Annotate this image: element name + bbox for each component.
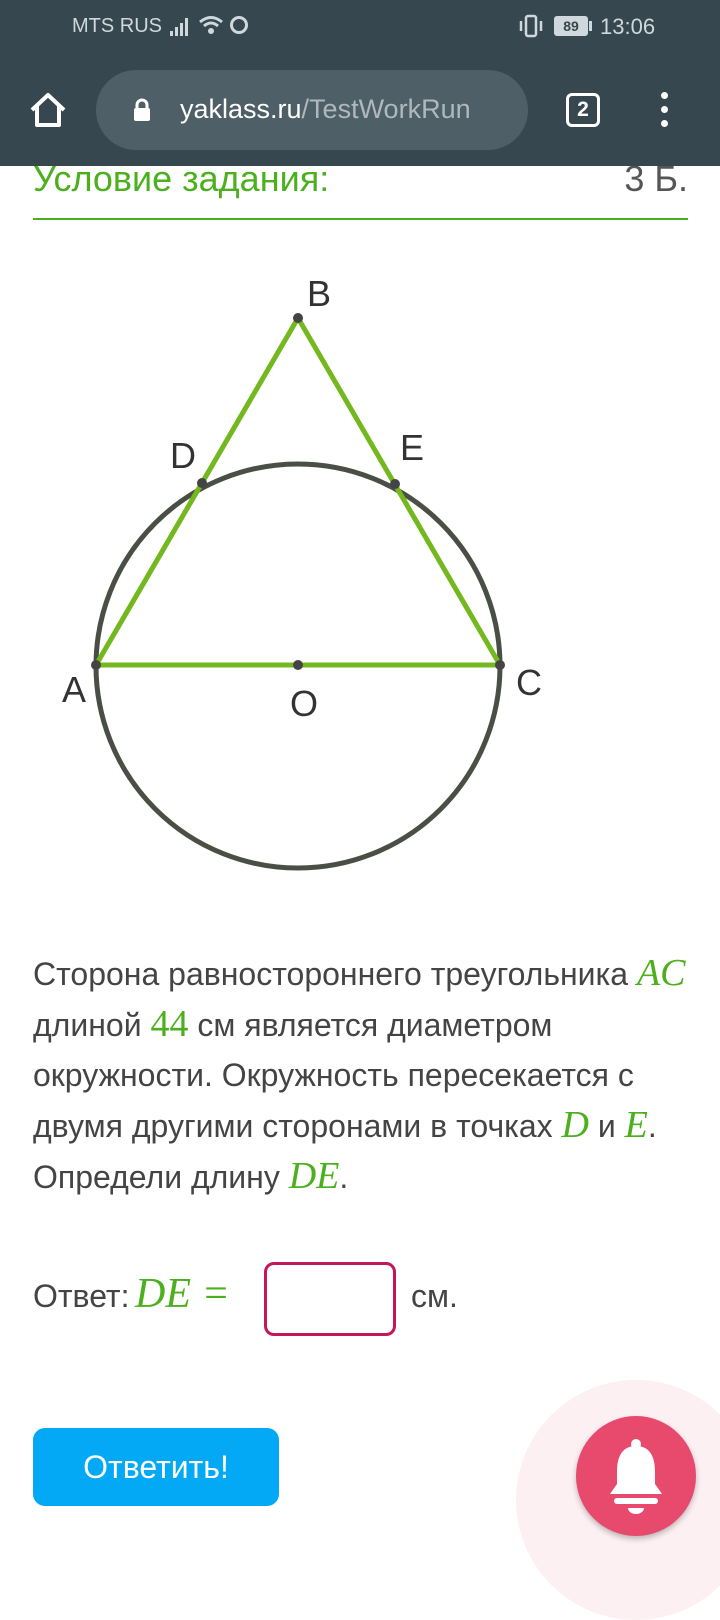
math-ac: AC xyxy=(636,952,686,994)
problem-text-4: и xyxy=(588,1108,625,1144)
chrome-app-icon xyxy=(230,16,248,34)
answer-input[interactable] xyxy=(264,1262,396,1336)
problem-text-2: длиной xyxy=(33,1007,151,1043)
answer-math-de: DE = xyxy=(135,1271,230,1317)
label-b: B xyxy=(307,273,331,314)
point-o xyxy=(293,660,303,670)
point-b xyxy=(293,313,303,323)
status-bar: MTS RUS 89 13:06 xyxy=(0,0,720,56)
submit-answer-button[interactable]: Ответить! xyxy=(33,1428,279,1506)
point-c xyxy=(495,660,505,670)
url-text: yaklass.ru/TestWorkRun xyxy=(180,94,471,125)
geometry-figure: B D E A O C xyxy=(62,273,542,871)
triangle-abc xyxy=(93,315,503,668)
math-length: 44 xyxy=(150,1003,189,1045)
lock-icon xyxy=(134,98,150,121)
overflow-menu-icon[interactable] xyxy=(650,92,678,132)
math-d: D xyxy=(561,1104,589,1146)
problem-text-6: . xyxy=(339,1159,349,1195)
carrier-name: MTS RUS xyxy=(72,15,162,37)
label-e: E xyxy=(400,427,424,468)
answer-unit: см. xyxy=(411,1278,458,1314)
label-a: A xyxy=(62,669,86,710)
point-e xyxy=(390,479,400,489)
wifi-icon xyxy=(199,16,223,34)
point-a xyxy=(91,660,101,670)
math-e: E xyxy=(624,1104,648,1146)
battery-indicator: 89 xyxy=(554,16,588,36)
url-domain: yaklass.ru xyxy=(180,94,302,124)
label-o: O xyxy=(290,683,318,724)
problem-text-1: Сторона равностороннего треугольника xyxy=(33,956,637,992)
tab-switcher-button[interactable]: 2 xyxy=(566,93,600,127)
answer-row: Ответ: DE = см. xyxy=(33,1260,693,1336)
clock: 13:06 xyxy=(600,14,656,39)
browser-chrome: MTS RUS 89 13:06 yaklass.ru/TestWorkRun … xyxy=(0,0,720,166)
address-bar[interactable]: yaklass.ru/TestWorkRun xyxy=(96,70,528,150)
battery-tip xyxy=(589,21,592,31)
label-c: C xyxy=(516,662,542,703)
problem-statement: Сторона равностороннего треугольника AC … xyxy=(33,948,693,1202)
url-path: /TestWorkRun xyxy=(301,94,471,124)
signal-icon xyxy=(170,16,188,36)
bell-icon xyxy=(610,1439,662,1514)
math-de: DE xyxy=(288,1155,340,1197)
label-d: D xyxy=(170,435,196,476)
home-icon[interactable] xyxy=(28,90,68,130)
answer-label: Ответ: xyxy=(33,1278,130,1314)
notification-button[interactable] xyxy=(576,1416,696,1536)
point-d xyxy=(197,478,207,488)
vibrate-icon xyxy=(519,14,543,38)
